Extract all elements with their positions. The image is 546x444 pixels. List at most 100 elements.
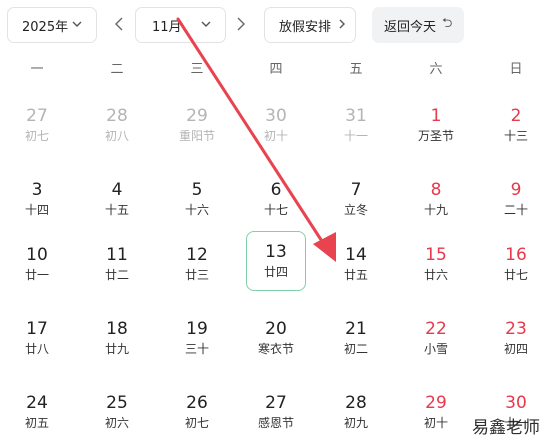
day-cell[interactable]: 28 初八 [87, 95, 147, 155]
lunar-date-label: 廿七 [503, 268, 528, 282]
day-cell[interactable]: 21 初二 [326, 308, 386, 368]
day-number: 20 [265, 319, 287, 339]
day-cell[interactable]: 27 感恩节 [246, 382, 306, 442]
weekday-label: 日 [509, 62, 523, 77]
lunar-date-label: 十五 [104, 203, 129, 217]
day-cell[interactable]: 8 十九 [406, 169, 466, 229]
day-cell[interactable]: 2 十三 [486, 95, 546, 155]
back-to-today-button[interactable]: 返回今天 ⮌ [372, 7, 464, 43]
lunar-date-label: 初二 [343, 342, 368, 356]
day-number: 28 [106, 106, 128, 126]
lunar-date-label: 十一 [343, 129, 368, 143]
day-cell[interactable]: 4 十五 [87, 169, 147, 229]
chevron-left-icon [115, 17, 123, 31]
lunar-date-label: 十三 [503, 129, 528, 143]
chevron-right-icon [237, 17, 245, 31]
day-number: 25 [106, 393, 128, 413]
lunar-date-label: 十七 [263, 203, 288, 217]
lunar-date-label: 三十 [184, 342, 209, 356]
day-cell[interactable]: 3 十四 [7, 169, 67, 229]
day-cell[interactable]: 1 万圣节 [406, 95, 466, 155]
day-cell[interactable]: 5 十六 [167, 169, 227, 229]
day-number: 12 [186, 245, 208, 265]
lunar-date-label: 寒衣节 [257, 342, 294, 356]
day-cell[interactable]: 22 小雪 [406, 308, 466, 368]
day-number: 29 [425, 393, 447, 413]
day-cell[interactable]: 12 廿三 [167, 234, 227, 294]
day-cell[interactable]: 18 廿九 [87, 308, 147, 368]
holiday-schedule-label: 放假安排 [279, 19, 332, 35]
month-select[interactable]: 11月 [135, 7, 226, 43]
day-cell-today[interactable]: 13 廿四 [246, 231, 306, 291]
day-cell[interactable]: 29 重阳节 [167, 95, 227, 155]
lunar-date-label: 初八 [104, 129, 129, 143]
day-cell[interactable]: 26 初七 [167, 382, 227, 442]
day-cell[interactable]: 15 廿六 [406, 234, 466, 294]
day-number: 31 [345, 106, 367, 126]
lunar-date-label: 廿五 [343, 268, 368, 282]
watermark: 易鑫老师 [472, 418, 540, 438]
lunar-date-label: 十九 [423, 203, 448, 217]
day-number: 21 [345, 319, 367, 339]
day-number: 13 [265, 242, 287, 262]
day-cell[interactable]: 19 三十 [167, 308, 227, 368]
lunar-date-label: 廿八 [24, 342, 49, 356]
day-cell[interactable]: 20 寒衣节 [246, 308, 306, 368]
prev-month-button[interactable] [114, 15, 124, 33]
day-number: 27 [265, 393, 287, 413]
day-number: 19 [186, 319, 208, 339]
day-number: 24 [26, 393, 48, 413]
day-number: 18 [106, 319, 128, 339]
month-select-label: 11月 [152, 19, 182, 35]
day-number: 30 [505, 393, 527, 413]
day-number: 28 [345, 393, 367, 413]
weekday-label: 三 [190, 62, 204, 77]
day-number: 30 [265, 106, 287, 126]
lunar-date-label: 二十 [503, 203, 528, 217]
day-cell[interactable]: 24 初五 [7, 382, 67, 442]
day-cell[interactable]: 25 初六 [87, 382, 147, 442]
undo-icon: ⮌ [442, 16, 453, 31]
weekday-label: 五 [349, 62, 363, 77]
year-select[interactable]: 2025年 [7, 7, 97, 43]
day-number: 15 [425, 245, 447, 265]
day-number: 9 [510, 180, 522, 200]
chevron-down-icon [201, 21, 211, 27]
day-cell[interactable]: 17 廿八 [7, 308, 67, 368]
day-cell[interactable]: 11 廿二 [87, 234, 147, 294]
chevron-right-icon [339, 19, 345, 29]
day-number: 17 [26, 319, 48, 339]
day-number: 4 [111, 180, 123, 200]
day-cell[interactable]: 23 初四 [486, 308, 546, 368]
lunar-date-label: 初五 [24, 416, 49, 430]
holiday-schedule-select[interactable]: 放假安排 [264, 7, 356, 43]
day-cell[interactable]: 10 廿一 [7, 234, 67, 294]
day-number: 6 [270, 180, 282, 200]
day-cell[interactable]: 7 立冬 [326, 169, 386, 229]
day-cell[interactable]: 16 廿七 [486, 234, 546, 294]
weekday-label: 二 [110, 62, 124, 77]
day-number: 1 [430, 106, 442, 126]
day-cell[interactable]: 31 十一 [326, 95, 386, 155]
day-cell[interactable]: 27 初七 [7, 95, 67, 155]
lunar-date-label: 重阳节 [178, 129, 215, 143]
day-cell[interactable]: 30 初十 [246, 95, 306, 155]
lunar-date-label: 万圣节 [417, 129, 454, 143]
lunar-date-label: 立冬 [343, 203, 368, 217]
next-month-button[interactable] [236, 15, 246, 33]
day-cell[interactable]: 14 廿五 [326, 234, 386, 294]
lunar-date-label: 初六 [104, 416, 129, 430]
lunar-date-label: 十六 [184, 203, 209, 217]
lunar-date-label: 廿三 [184, 268, 209, 282]
day-number: 11 [106, 245, 128, 265]
day-cell[interactable]: 9 二十 [486, 169, 546, 229]
day-number: 23 [505, 319, 527, 339]
back-to-today-label: 返回今天 [384, 19, 437, 35]
lunar-date-label: 小雪 [423, 342, 448, 356]
lunar-date-label: 初七 [184, 416, 209, 430]
lunar-date-label: 廿六 [423, 268, 448, 282]
day-number: 7 [350, 180, 362, 200]
day-cell[interactable]: 29 初十 [406, 382, 466, 442]
day-cell[interactable]: 28 初九 [326, 382, 386, 442]
day-cell[interactable]: 6 十七 [246, 169, 306, 229]
